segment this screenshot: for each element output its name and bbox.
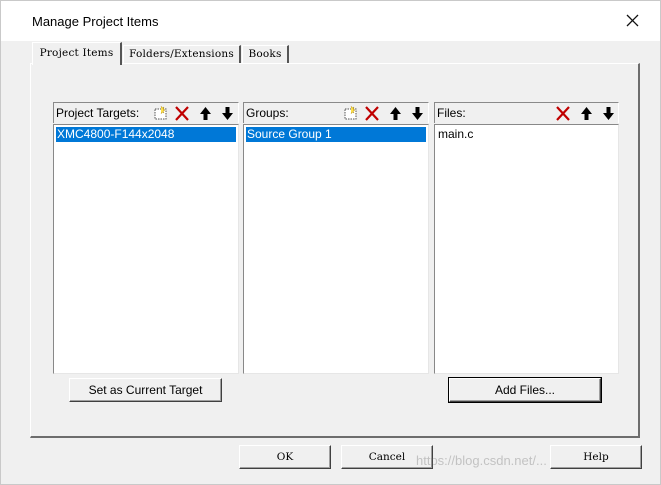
files-list[interactable]: main.c xyxy=(434,124,619,374)
close-button[interactable] xyxy=(621,9,645,33)
move-down-icon xyxy=(603,107,614,120)
panel-header: Files: xyxy=(434,102,619,123)
set-as-current-target-button[interactable]: Set as Current Target xyxy=(69,378,222,402)
move-up-icon xyxy=(390,107,401,120)
move-down-icon xyxy=(412,107,423,120)
cancel-button[interactable]: Cancel xyxy=(341,445,433,469)
files-label: Files: xyxy=(437,106,466,120)
panel-header: Groups: xyxy=(243,102,429,123)
move-target-up-button[interactable] xyxy=(195,104,216,123)
dialog-title: Manage Project Items xyxy=(32,14,159,29)
tab-folders-extensions[interactable]: Folders/Extensions xyxy=(123,45,241,64)
move-target-down-button[interactable] xyxy=(217,104,238,123)
tab-label: Project Items xyxy=(39,47,114,59)
move-up-icon xyxy=(581,107,592,120)
delete-icon xyxy=(365,106,379,121)
tab-label: Books xyxy=(248,48,282,60)
close-icon xyxy=(626,14,639,27)
tab-books[interactable]: Books xyxy=(242,45,289,64)
groups-label: Groups: xyxy=(246,106,289,120)
help-button[interactable]: Help xyxy=(550,445,642,469)
new-target-button[interactable] xyxy=(150,104,171,123)
move-file-down-button[interactable] xyxy=(598,104,619,123)
project-targets-label: Project Targets: xyxy=(56,106,140,120)
move-group-up-button[interactable] xyxy=(385,104,406,123)
project-targets-list[interactable]: XMC4800-F144x2048 xyxy=(53,124,239,374)
move-down-icon xyxy=(222,107,233,120)
title-bar: Manage Project Items xyxy=(1,1,660,41)
delete-icon xyxy=(175,106,189,121)
list-item[interactable]: main.c xyxy=(437,127,473,142)
move-file-up-button[interactable] xyxy=(576,104,597,123)
delete-target-button[interactable] xyxy=(172,104,193,123)
watermark: https://blog.csdn.net/... xyxy=(416,453,547,468)
groups-list[interactable]: Source Group 1 xyxy=(243,124,429,374)
delete-file-button[interactable] xyxy=(553,104,574,123)
tab-label: Folders/Extensions xyxy=(129,48,234,60)
list-item[interactable]: Source Group 1 xyxy=(246,127,426,142)
list-item[interactable]: XMC4800-F144x2048 xyxy=(56,127,236,142)
move-up-icon xyxy=(200,107,211,120)
ok-button[interactable]: OK xyxy=(239,445,331,469)
dialog-window: Manage Project Items Project Items Folde… xyxy=(0,0,661,485)
tab-project-items[interactable]: Project Items xyxy=(32,42,122,65)
delete-icon xyxy=(556,106,570,121)
new-group-button[interactable] xyxy=(340,104,361,123)
panel-header: Project Targets: xyxy=(53,102,239,123)
add-files-button[interactable]: Add Files... xyxy=(449,378,601,402)
delete-group-button[interactable] xyxy=(362,104,383,123)
new-icon xyxy=(344,105,357,120)
new-icon xyxy=(154,105,167,120)
move-group-down-button[interactable] xyxy=(407,104,428,123)
